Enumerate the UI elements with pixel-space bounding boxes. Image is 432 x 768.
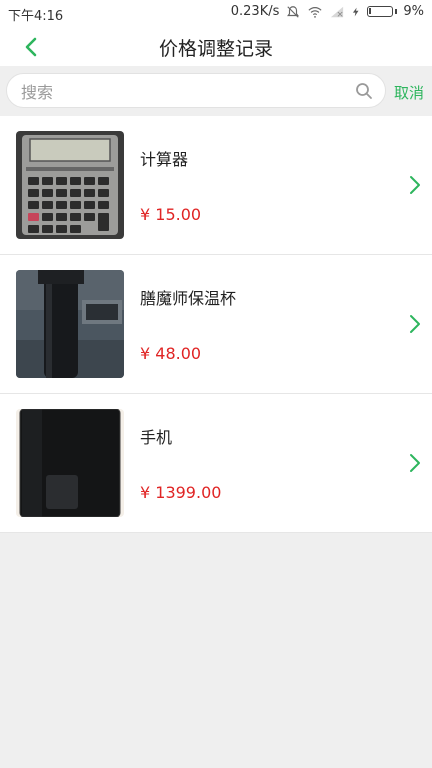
search-icon[interactable]: [355, 82, 373, 100]
signal-icon: [331, 6, 344, 17]
search-input[interactable]: [19, 80, 343, 104]
charging-bolt-icon: [353, 7, 359, 16]
battery-percent: 9%: [403, 4, 424, 19]
list-item[interactable]: 计算器 ¥ 15.00: [0, 116, 432, 255]
item-name: 手机: [140, 428, 173, 447]
network-speed: 0.23K/s: [230, 4, 280, 19]
status-icons: 0.23K/s 9%: [231, 4, 424, 19]
cancel-button[interactable]: 取消: [394, 82, 424, 103]
list-item[interactable]: 手机 ¥ 1399.00: [0, 394, 432, 533]
chevron-right-icon: [410, 176, 420, 194]
list-item[interactable]: 膳魔师保温杯 ¥ 48.00: [0, 255, 432, 394]
search-box[interactable]: [6, 73, 386, 108]
item-price: ¥ 15.00: [140, 205, 202, 224]
item-price: ¥ 1399.00: [140, 483, 222, 502]
page-title: 价格调整记录: [158, 38, 273, 60]
item-price: ¥ 48.00: [140, 344, 202, 363]
phone-photo: [16, 409, 124, 517]
chevron-right-icon: [410, 315, 420, 333]
mute-bell-icon: [287, 5, 300, 18]
search-row: 取消: [0, 66, 432, 116]
title-bar: 价格调整记录: [0, 26, 432, 66]
item-name: 计算器: [140, 150, 189, 169]
price-record-list: 计算器 ¥ 15.00 膳魔师保温杯 ¥ 48.00 手机 ¥ 1399.00: [0, 116, 432, 533]
status-time: 下午4:16: [8, 9, 64, 24]
item-name: 膳魔师保温杯: [140, 289, 237, 308]
chevron-right-icon: [410, 454, 420, 472]
calculator-photo: [16, 131, 124, 239]
battery-icon: [367, 6, 398, 17]
wifi-icon: [308, 6, 322, 18]
status-bar: 下午4:16 0.23K/s 9%: [0, 0, 432, 26]
thermos-photo: [16, 270, 124, 378]
